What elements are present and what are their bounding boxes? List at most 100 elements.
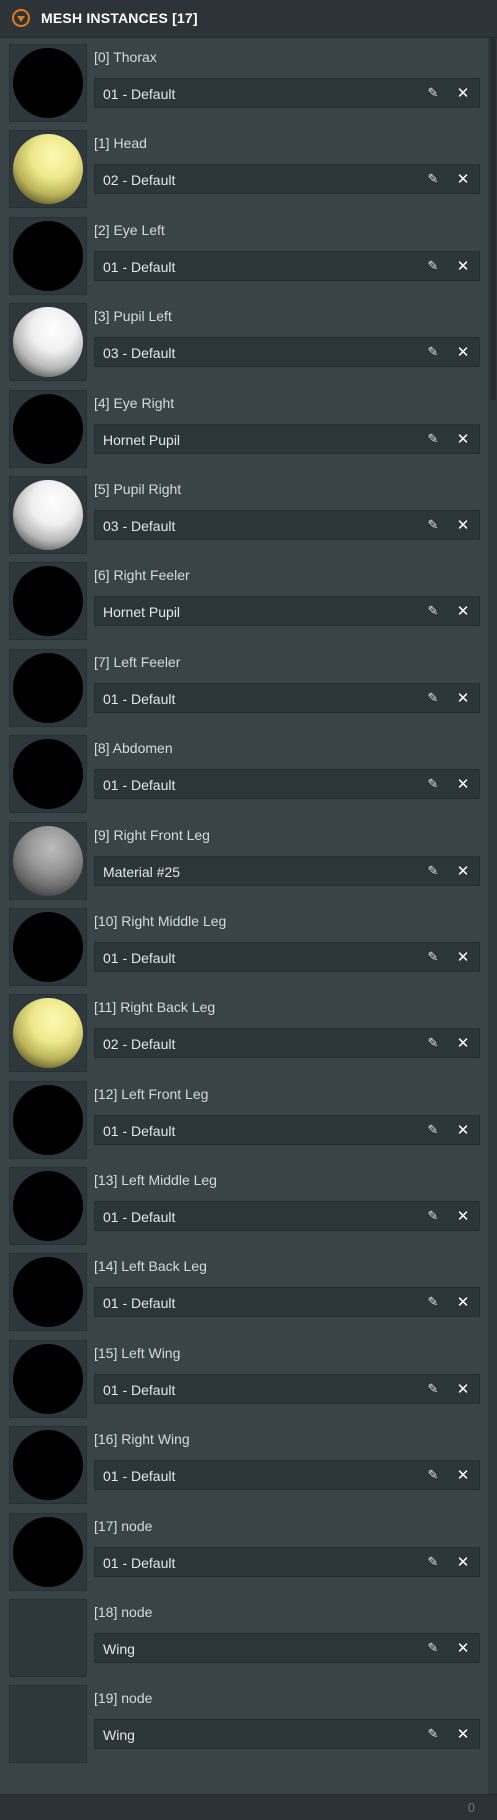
close-icon[interactable]: ✕ — [455, 431, 471, 447]
close-icon[interactable]: ✕ — [455, 1122, 471, 1138]
pencil-icon[interactable]: ✎ — [425, 518, 441, 534]
material-preview-thumbnail[interactable] — [9, 475, 87, 554]
material-name: 01 - Default — [103, 1295, 176, 1312]
material-slot[interactable]: Hornet Pupil ✎ ✕ — [94, 596, 480, 627]
material-slot[interactable]: 02 - Default ✎ ✕ — [94, 1028, 480, 1059]
material-preview-thumbnail[interactable] — [9, 735, 87, 814]
material-sphere — [13, 1343, 83, 1414]
material-slot[interactable]: 03 - Default ✎ ✕ — [94, 509, 480, 540]
material-slot[interactable]: Material #25 ✎ ✕ — [94, 855, 480, 886]
pencil-icon[interactable]: ✎ — [425, 777, 441, 793]
material-preview-thumbnail[interactable] — [9, 1512, 87, 1591]
material-sphere — [13, 825, 83, 896]
scrollbar[interactable] — [488, 38, 497, 1794]
material-sphere — [13, 393, 83, 464]
panel-header[interactable]: MESH INSTANCES [17] — [0, 0, 497, 38]
material-preview-thumbnail[interactable] — [9, 821, 87, 900]
pencil-icon[interactable]: ✎ — [425, 1468, 441, 1484]
material-preview-thumbnail[interactable] — [9, 389, 87, 468]
material-slot[interactable]: 01 - Default ✎ ✕ — [94, 78, 480, 108]
pencil-icon[interactable]: ✎ — [425, 864, 441, 880]
pencil-icon[interactable]: ✎ — [425, 1295, 441, 1311]
material-slot[interactable]: 01 - Default ✎ ✕ — [94, 941, 480, 972]
material-slot[interactable]: 01 - Default ✎ ✕ — [94, 250, 480, 281]
material-slot[interactable]: Hornet Pupil ✎ ✕ — [94, 423, 480, 454]
close-icon[interactable]: ✕ — [455, 690, 471, 706]
material-slot[interactable]: 01 - Default ✎ ✕ — [94, 1373, 480, 1404]
material-sphere — [13, 1257, 83, 1328]
pencil-icon[interactable]: ✎ — [425, 259, 441, 275]
material-preview-thumbnail[interactable] — [9, 216, 87, 295]
panel-title: MESH INSTANCES [17] — [41, 10, 198, 26]
pencil-icon[interactable]: ✎ — [425, 172, 441, 188]
pencil-icon[interactable]: ✎ — [425, 1555, 441, 1571]
mesh-instance-label: [8] Abdomen — [94, 740, 173, 757]
material-slot[interactable]: 01 - Default ✎ ✕ — [94, 1287, 480, 1318]
pencil-icon[interactable]: ✎ — [425, 604, 441, 620]
material-preview-thumbnail[interactable] — [9, 1253, 87, 1332]
material-slot[interactable]: 01 - Default ✎ ✕ — [94, 1546, 480, 1577]
scrollbar-thumb[interactable] — [490, 38, 496, 400]
close-icon[interactable]: ✕ — [455, 1467, 471, 1483]
pencil-icon[interactable]: ✎ — [425, 1036, 441, 1052]
material-slot[interactable]: Wing ✎ ✕ — [94, 1633, 480, 1664]
close-icon[interactable]: ✕ — [455, 863, 471, 879]
material-preview-thumbnail[interactable] — [9, 1599, 87, 1678]
close-icon[interactable]: ✕ — [455, 776, 471, 792]
close-icon[interactable]: ✕ — [455, 949, 471, 965]
material-preview-thumbnail[interactable] — [9, 1685, 87, 1764]
pencil-icon[interactable]: ✎ — [425, 691, 441, 707]
material-sphere — [13, 566, 83, 637]
pencil-icon[interactable]: ✎ — [425, 1727, 441, 1743]
material-preview-thumbnail[interactable] — [9, 303, 87, 382]
material-name: 01 - Default — [103, 777, 176, 794]
material-slot[interactable]: 01 - Default ✎ ✕ — [94, 1201, 480, 1232]
close-icon[interactable]: ✕ — [455, 258, 471, 274]
close-icon[interactable]: ✕ — [455, 1208, 471, 1224]
material-preview-thumbnail[interactable] — [9, 130, 87, 209]
material-slot[interactable]: Wing ✎ ✕ — [94, 1719, 480, 1750]
close-icon[interactable]: ✕ — [455, 1294, 471, 1310]
close-icon[interactable]: ✕ — [455, 1381, 471, 1397]
pencil-icon[interactable]: ✎ — [425, 1209, 441, 1225]
close-icon[interactable]: ✕ — [455, 1640, 471, 1656]
material-preview-thumbnail[interactable] — [9, 1426, 87, 1505]
pencil-icon[interactable]: ✎ — [425, 950, 441, 966]
material-name: 01 - Default — [103, 1381, 176, 1398]
close-icon[interactable]: ✕ — [455, 85, 471, 101]
close-icon[interactable]: ✕ — [455, 517, 471, 533]
material-name: Wing — [103, 1727, 135, 1744]
material-preview-thumbnail[interactable] — [9, 1080, 87, 1159]
close-icon[interactable]: ✕ — [455, 344, 471, 360]
material-slot[interactable]: 01 - Default ✎ ✕ — [94, 769, 480, 800]
chevron-down-icon[interactable] — [12, 9, 30, 27]
material-preview-thumbnail[interactable] — [9, 44, 87, 122]
pencil-icon[interactable]: ✎ — [425, 86, 441, 102]
close-icon[interactable]: ✕ — [455, 1726, 471, 1742]
close-icon[interactable]: ✕ — [455, 603, 471, 619]
close-icon[interactable]: ✕ — [455, 1554, 471, 1570]
material-slot[interactable]: 03 - Default ✎ ✕ — [94, 337, 480, 368]
pencil-icon[interactable]: ✎ — [425, 432, 441, 448]
material-slot[interactable]: 01 - Default ✎ ✕ — [94, 1114, 480, 1145]
material-preview-thumbnail[interactable] — [9, 907, 87, 986]
material-slot[interactable]: 01 - Default ✎ ✕ — [94, 1460, 480, 1491]
material-name: 01 - Default — [103, 949, 176, 966]
close-icon[interactable]: ✕ — [455, 1035, 471, 1051]
material-preview-thumbnail[interactable] — [9, 1167, 87, 1246]
close-icon[interactable]: ✕ — [455, 171, 471, 187]
mesh-instance-row: [8] Abdomen 01 - Default ✎ ✕ — [0, 729, 488, 815]
pencil-icon[interactable]: ✎ — [425, 345, 441, 361]
pencil-icon[interactable]: ✎ — [425, 1123, 441, 1139]
mesh-instance-label: [17] node — [94, 1517, 153, 1534]
material-preview-thumbnail[interactable] — [9, 994, 87, 1073]
material-preview-thumbnail[interactable] — [9, 562, 87, 641]
material-preview-thumbnail[interactable] — [9, 648, 87, 727]
material-slot[interactable]: 01 - Default ✎ ✕ — [94, 682, 480, 713]
pencil-icon[interactable]: ✎ — [425, 1382, 441, 1398]
material-preview-thumbnail[interactable] — [9, 1339, 87, 1418]
material-name: 01 - Default — [103, 1122, 176, 1139]
pencil-icon[interactable]: ✎ — [425, 1641, 441, 1657]
material-slot[interactable]: 02 - Default ✎ ✕ — [94, 164, 480, 195]
material-name: Wing — [103, 1641, 135, 1658]
